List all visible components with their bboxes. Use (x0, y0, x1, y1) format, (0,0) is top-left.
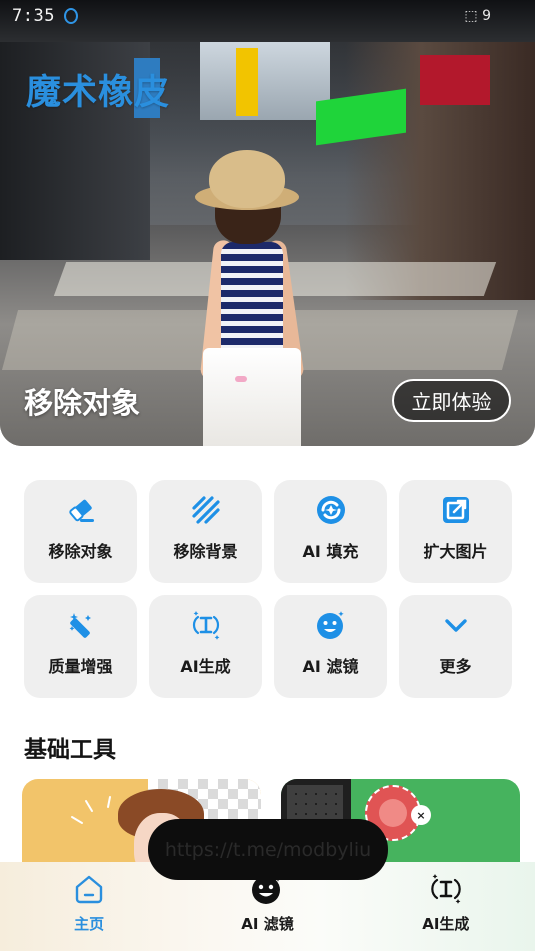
tool-ai-generate[interactable]: AI生成 (149, 595, 262, 698)
cup-inner-shape (379, 799, 407, 827)
chevron-down-icon (440, 609, 472, 641)
tool-label: 更多 (439, 657, 472, 676)
tool-ai-filter[interactable]: AI 滤镜 (274, 595, 387, 698)
tool-expand-image[interactable]: 扩大图片 (399, 480, 512, 583)
app-screen: 7:35 ⬚ 9 魔术橡皮 移除对象 立即体验 移除对象 移除背景 AI 填充 … (0, 0, 535, 951)
magic-wand-icon (65, 609, 97, 641)
girl-skirt (203, 348, 301, 446)
tool-remove-background[interactable]: 移除背景 (149, 480, 262, 583)
hero-right-storefront (345, 0, 535, 300)
eraser-icon (65, 494, 97, 526)
girl-striped-top (221, 242, 283, 354)
hero-sign-yellow (236, 48, 258, 116)
status-icons: ⬚ 9 (464, 8, 491, 24)
ai-generate-icon (429, 872, 463, 906)
tool-label: AI生成 (180, 657, 231, 676)
hero-title: 移除对象 (24, 386, 141, 420)
section-title: 基础工具 (24, 737, 116, 763)
tool-label: AI 填充 (302, 542, 359, 561)
home-icon (72, 872, 106, 906)
tool-quality-enhance[interactable]: 质量增强 (24, 595, 137, 698)
hero-subject-girl (195, 150, 315, 446)
nav-home[interactable]: 主页 (0, 862, 178, 951)
girl-bracelet (235, 376, 247, 382)
try-now-button[interactable]: 立即体验 (392, 379, 511, 422)
smiley-sparkle-icon (315, 609, 347, 641)
tool-more[interactable]: 更多 (399, 595, 512, 698)
diagonal-stripes-icon (190, 494, 222, 526)
ai-generate-icon (190, 609, 222, 641)
tool-label: 质量增强 (48, 657, 113, 676)
ai-fill-icon (315, 494, 347, 526)
hero-sign-red (420, 55, 490, 105)
tool-label: AI 滤镜 (302, 657, 359, 676)
nav-label: 主页 (74, 915, 105, 933)
tool-label: 移除对象 (48, 542, 113, 561)
hero-banner[interactable]: 7:35 ⬚ 9 魔术橡皮 移除对象 立即体验 (0, 0, 535, 446)
expand-image-icon (440, 494, 472, 526)
hero-overhead-beam (0, 0, 535, 42)
tool-label: 移除背景 (173, 542, 238, 561)
tool-remove-object[interactable]: 移除对象 (24, 480, 137, 583)
nav-ai-generate[interactable]: AI生成 (357, 862, 535, 951)
status-indicator-icon (64, 8, 78, 24)
status-time: 7:35 (12, 6, 55, 26)
girl-hat (209, 150, 285, 208)
hero-sky-bg (200, 40, 330, 120)
tool-label: 扩大图片 (423, 542, 488, 561)
tool-ai-fill[interactable]: AI 填充 (274, 480, 387, 583)
nav-label: AI生成 (422, 915, 470, 933)
toast-message: https://t.me/modbyliu (148, 819, 388, 880)
app-logo-text: 魔术橡皮 (26, 73, 171, 113)
nav-label: AI 滤镜 (241, 915, 294, 933)
close-icon[interactable]: × (411, 805, 431, 825)
